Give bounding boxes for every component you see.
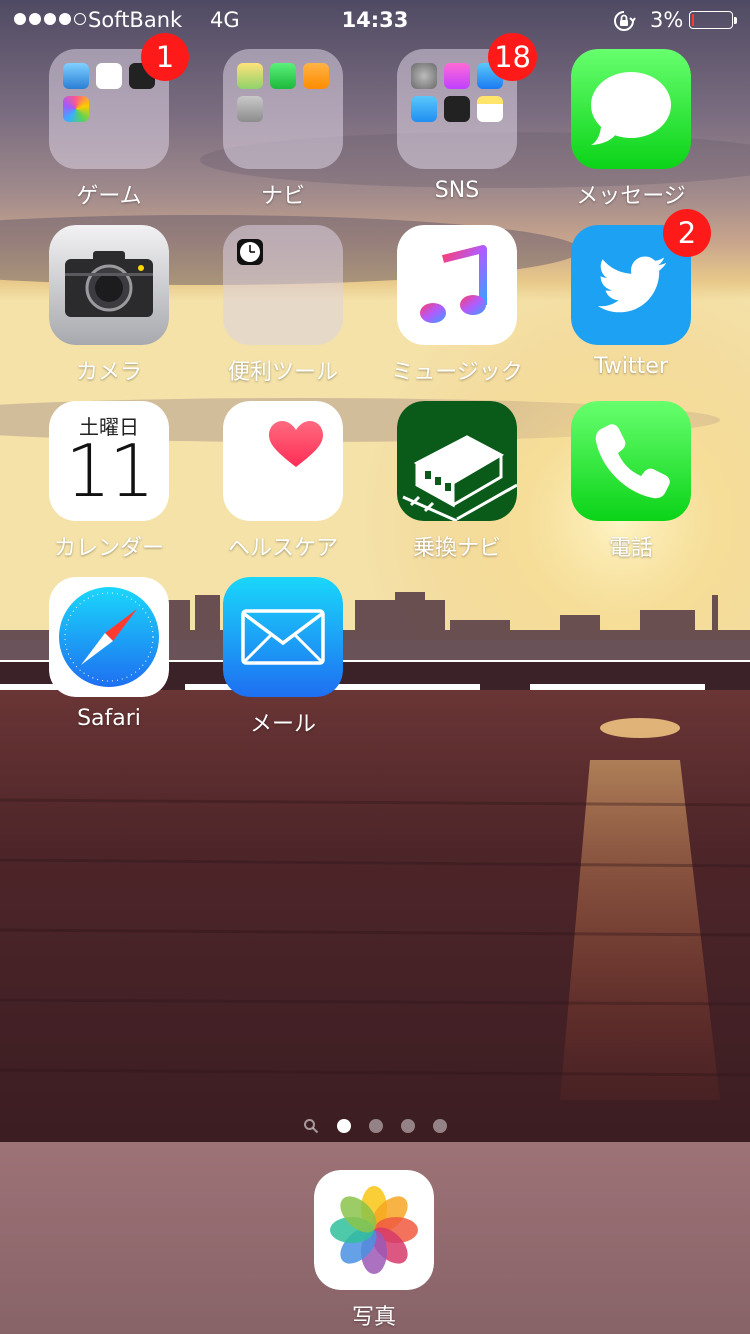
photos-flower-icon [314,1170,434,1290]
app-game-folder[interactable]: 1 ゲーム [29,33,189,210]
app-label: ヘルスケア [227,536,338,561]
app-sns-folder[interactable]: 18 SNS [377,33,537,203]
page-dot[interactable] [433,1119,447,1133]
page-dot[interactable] [401,1119,415,1133]
app-twitter[interactable]: 2 Twitter [551,209,711,379]
stocks-icon [444,96,470,122]
app-label: Safari [77,706,141,731]
page-indicator[interactable] [0,1118,750,1134]
app-phone[interactable]: 電話 [551,401,711,562]
messages-icon [571,49,691,169]
app-label: メッセージ [576,184,686,209]
app-label: メール [249,712,316,737]
app-health[interactable]: ヘルスケア [203,401,363,562]
status-bar: SoftBank 4G 14:33 3% [0,0,750,40]
page-dot[interactable] [337,1119,351,1133]
clock-icon [237,239,263,265]
weather-icon [411,96,437,122]
app-label: Twitter [594,354,668,379]
battery-percent: 3% [650,8,684,32]
music-note-icon [397,225,517,345]
app-tools-folder[interactable]: 便利ツール [203,225,363,386]
camera-icon [49,225,169,345]
app-navi-folder[interactable]: ナビ [203,49,363,210]
tools-folder-icon [223,225,343,345]
app-label: ミュージック [391,360,523,385]
app-mail[interactable]: メール [203,577,363,738]
dock-app-photos[interactable]: 写真 [294,1170,454,1331]
voice-memo-icon [96,63,122,89]
app-label: SNS [434,178,480,203]
compass-icon [49,577,169,697]
app-label: 写真 [351,1305,396,1330]
rotation-lock-icon [614,11,636,31]
notification-badge: 1 [141,33,189,81]
game-center-icon [63,96,89,122]
page-dots [337,1119,447,1133]
train-icon [397,401,517,521]
contacts-icon [237,96,263,122]
app-messages[interactable]: メッセージ [551,49,711,210]
heart-icon [223,401,343,521]
battery-icon [689,11,737,29]
calendar-day: 11 [65,429,155,513]
spotlight-search-icon[interactable] [303,1118,319,1134]
status-time: 14:33 [341,8,409,32]
app-norikae-navi[interactable]: 乗換ナビ [377,401,537,562]
envelope-icon [223,577,343,697]
app-label: カメラ [75,360,142,385]
navi-folder-icon [223,49,343,169]
settings-icon [411,63,437,89]
app-label: ゲーム [76,184,142,209]
clips-icon [63,63,89,89]
notification-badge: 18 [488,33,537,81]
notification-badge: 2 [663,209,711,257]
calculator-icon [303,63,329,89]
app-safari[interactable]: Safari [29,577,189,731]
calendar-icon: 土曜日 11 [49,401,169,521]
game-folder-icon: 1 [49,33,189,169]
app-label: 電話 [608,536,653,561]
app-music[interactable]: ミュージック [377,225,537,386]
itunes-store-icon [444,63,470,89]
app-label: ナビ [260,184,305,209]
app-calendar[interactable]: 土曜日 11 カレンダー [29,401,189,562]
notes-icon [477,96,503,122]
app-label: 便利ツール [227,360,338,385]
app-camera[interactable]: カメラ [29,225,189,386]
app-label: 乗換ナビ [412,536,501,561]
maps-icon [237,63,263,89]
app-label: カレンダー [53,536,164,561]
facetime-icon [270,63,296,89]
page-dot[interactable] [369,1119,383,1133]
phone-handset-icon [571,401,691,521]
twitter-bird-icon: 2 [571,209,711,345]
sns-folder-icon: 18 [397,33,537,169]
